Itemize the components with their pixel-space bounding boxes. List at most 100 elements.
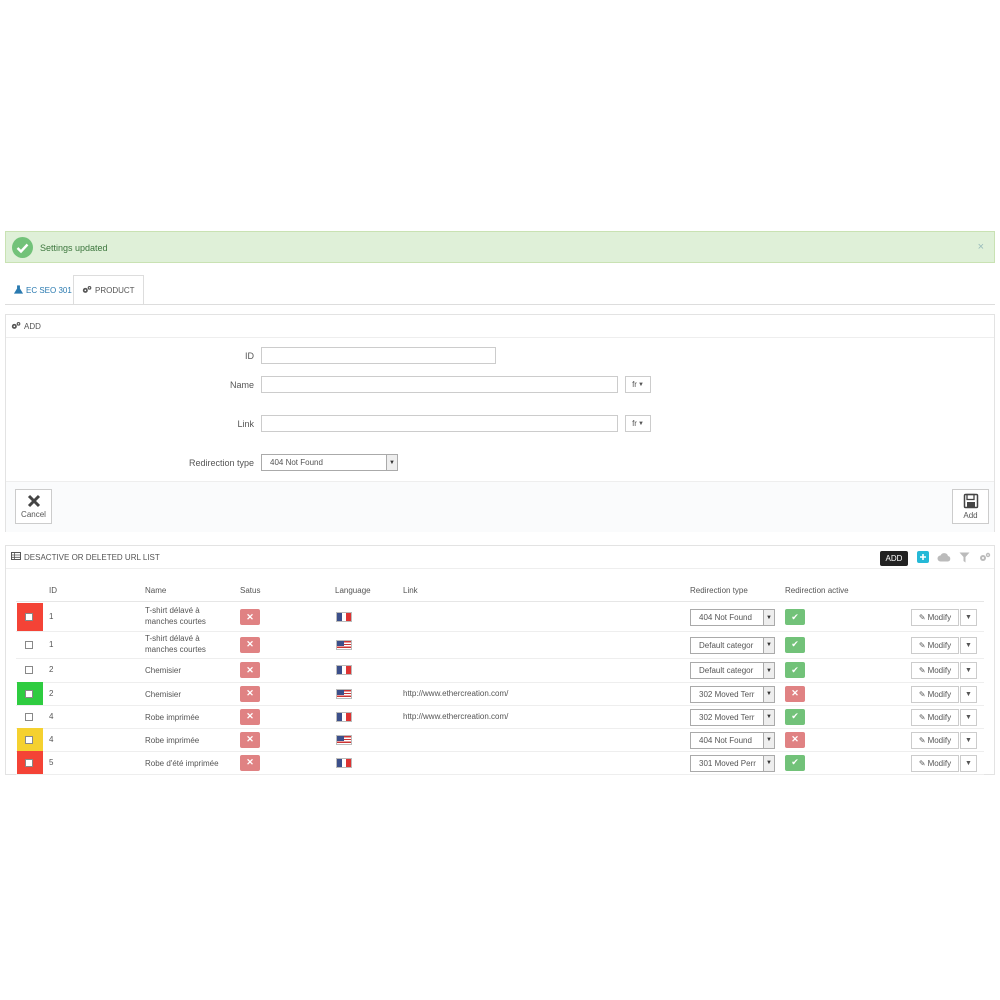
column-header-name[interactable]: Name [145,586,166,595]
table-row: 2 Chemisier ✕ http://www.ethercreation.c… [16,682,984,706]
caret-down-icon: ▼ [965,641,972,649]
row-redirection-select[interactable]: Default categor ▼ [690,662,775,679]
modify-dropdown-toggle[interactable]: ▼ [960,685,977,703]
row-redirection-select[interactable]: 302 Moved Terr ▼ [690,708,775,726]
row-checkbox[interactable] [25,640,33,649]
check-icon[interactable]: ✔ [785,754,805,771]
link-language-select[interactable]: fr ▼ [625,415,651,432]
check-circle-icon [12,237,33,258]
row-checkbox[interactable] [25,689,33,698]
caret-down-icon: ▼ [763,663,774,678]
plus-square-icon[interactable] [917,551,929,565]
column-header-status[interactable]: Satus [240,586,260,595]
cancel-button[interactable]: Cancel [15,489,52,524]
pencil-icon: ✎ [918,640,926,650]
modify-dropdown-toggle[interactable]: ▼ [960,636,977,654]
check-icon[interactable]: ✔ [785,708,805,725]
cloud-upload-icon[interactable] [937,552,951,564]
row-redirection-select[interactable]: 302 Moved Terr ▼ [690,685,775,703]
close-icon[interactable]: × [978,241,984,253]
modify-label: Modify [927,640,952,650]
modify-button[interactable]: ✎ Modify [911,662,959,679]
cancel-label: Cancel [21,510,46,519]
name-input[interactable] [261,376,618,393]
id-input[interactable] [261,347,496,364]
row-checkbox[interactable] [25,735,33,744]
row-redirection-select[interactable]: 301 Moved Perr ▼ [690,754,775,772]
alert-message: Settings updated [40,243,108,253]
check-icon[interactable]: ✔ [785,662,805,678]
column-header-redirection-type[interactable]: Redirection type [690,586,748,595]
link-input[interactable] [261,415,618,432]
modify-dropdown-toggle[interactable]: ▼ [960,609,977,626]
row-name: Robe d'été imprimée [145,758,219,768]
add-panel-header: ADD [6,315,994,338]
row-link: http://www.ethercreation.com/ [403,711,509,721]
url-list-panel: DESACTIVE OR DELETED URL LIST ID Name Sa… [5,545,995,775]
url-list-header: DESACTIVE OR DELETED URL LIST [6,546,994,569]
modify-button[interactable]: ✎ Modify [911,708,959,726]
status-disabled-icon[interactable]: ✕ [240,731,260,748]
column-header-link[interactable]: Link [403,586,418,595]
row-redirection-select[interactable]: 404 Not Found ▼ [690,609,775,626]
table-row: 4 Robe imprimée ✕ 404 Not Found ▼ ✕ ✎ Mo… [16,728,984,752]
selected-value: Default categor [699,640,754,650]
caret-down-icon: ▼ [965,690,972,698]
tab-label: PRODUCT [95,285,135,295]
row-checkbox[interactable] [25,758,33,767]
row-redirection-select[interactable]: 404 Not Found ▼ [690,731,775,749]
caret-down-icon: ▼ [763,709,774,725]
check-icon[interactable]: ✔ [785,609,805,625]
caret-down-icon: ▼ [763,610,774,625]
table-row: 5 Robe d'été imprimée ✕ 301 Moved Perr ▼… [16,751,984,775]
modify-button[interactable]: ✎ Modify [911,636,959,654]
close-icon[interactable]: ✕ [785,731,805,748]
close-icon [27,494,41,510]
flask-icon [13,284,24,296]
tab-ec-seo-301[interactable]: EC SEO 301 [6,275,80,305]
row-link: http://www.ethercreation.com/ [403,688,509,698]
column-header-language[interactable]: Language [335,586,371,595]
add-button[interactable]: Add [952,489,989,524]
modify-button[interactable]: ✎ Modify [911,685,959,703]
status-disabled-icon[interactable]: ✕ [240,636,260,653]
pencil-icon: ✎ [918,758,926,768]
modify-button[interactable]: ✎ Modify [911,609,959,626]
status-disabled-icon[interactable]: ✕ [240,685,260,702]
modify-button[interactable]: ✎ Modify [911,731,959,749]
row-redirection-select[interactable]: Default categor ▼ [690,636,775,654]
status-disabled-icon[interactable]: ✕ [240,609,260,625]
flag-fr-icon [336,612,352,622]
modify-dropdown-toggle[interactable]: ▼ [960,754,977,772]
tab-product[interactable]: PRODUCT [73,275,144,305]
name-language-select[interactable]: fr ▼ [625,376,651,393]
row-id: 1 [49,612,54,621]
close-icon[interactable]: ✕ [785,685,805,702]
check-icon[interactable]: ✔ [785,636,805,653]
modify-dropdown-toggle[interactable]: ▼ [960,662,977,679]
modify-dropdown-toggle[interactable]: ▼ [960,708,977,726]
row-name: Robe imprimée [145,712,200,722]
status-disabled-icon[interactable]: ✕ [240,662,260,678]
save-icon [963,493,979,511]
row-checkbox[interactable] [25,613,33,621]
row-checkbox[interactable] [25,666,33,674]
row-name: Robe imprimée [145,735,200,745]
status-disabled-icon[interactable]: ✕ [240,754,260,771]
redirection-type-select[interactable]: 404 Not Found ▼ [261,454,398,471]
selected-value: 302 Moved Terr [699,689,755,699]
column-header-id[interactable]: ID [49,586,57,595]
flag-us-icon [336,688,352,699]
selected-value: 302 Moved Terr [699,712,755,722]
tab-label: EC SEO 301 [26,285,72,295]
flag-fr-icon [336,711,352,722]
column-header-redirection-active[interactable]: Redirection active [785,586,849,595]
filter-icon[interactable] [959,552,970,565]
cogs-icon[interactable] [979,552,991,564]
row-checkbox[interactable] [25,712,33,721]
table-row: 1 T-shirt délavé à manches courtes ✕ Def… [16,631,984,659]
status-disabled-icon[interactable]: ✕ [240,708,260,725]
caret-down-icon: ▼ [965,713,972,721]
modify-dropdown-toggle[interactable]: ▼ [960,731,977,749]
modify-button[interactable]: ✎ Modify [911,754,959,772]
